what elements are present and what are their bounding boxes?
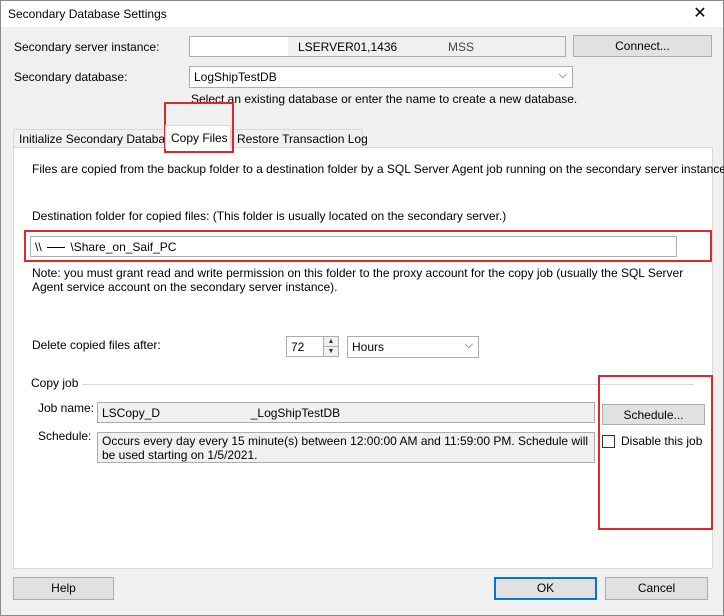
- secondary-database-value: LogShipTestDB: [194, 70, 277, 84]
- tab-restore-transaction-log[interactable]: Restore Transaction Log: [231, 129, 368, 148]
- server-instance-value: LSERVER01,1436: [298, 40, 398, 54]
- spin-down-icon[interactable]: ▼: [323, 346, 339, 357]
- delete-files-unit-value: Hours: [352, 340, 385, 354]
- schedule-label: Schedule:: [38, 429, 92, 443]
- tab-initialize-secondary-database[interactable]: Initialize Secondary Database: [13, 129, 178, 148]
- delete-files-unit-combo[interactable]: Hours ⌵: [347, 336, 479, 358]
- window-title: Secondary Database Settings: [8, 7, 167, 21]
- disable-job-label: Disable this job: [621, 434, 703, 448]
- secondary-database-label: Secondary database:: [14, 70, 128, 84]
- job-name-start: LSCopy_D: [102, 406, 161, 420]
- delete-files-value: 72: [291, 340, 305, 354]
- help-button[interactable]: Help: [13, 577, 114, 600]
- job-name-label: Job name:: [38, 401, 95, 415]
- copy-files-intro: Files are copied from the backup folder …: [32, 162, 724, 176]
- title-bar: Secondary Database Settings ✕: [1, 1, 723, 27]
- delete-files-value-input[interactable]: 72: [286, 336, 324, 357]
- chevron-down-icon: ⌵: [464, 339, 473, 351]
- destination-folder-value: \Share_on_Saif_PC: [70, 240, 177, 254]
- connect-button[interactable]: Connect...: [573, 35, 712, 57]
- dialog-window: Secondary Database Settings ✕ Secondary …: [0, 0, 724, 616]
- cancel-button[interactable]: Cancel: [605, 577, 708, 600]
- delete-files-label: Delete copied files after:: [32, 338, 161, 352]
- permission-note: Note: you must grant read and write perm…: [32, 266, 684, 294]
- destination-folder-prefix: \\: [35, 240, 42, 254]
- close-icon[interactable]: ✕: [685, 2, 715, 26]
- server-instance-hidden-part: MSS: [448, 40, 475, 54]
- group-divider: [82, 384, 694, 385]
- chevron-down-icon: ⌵: [558, 69, 567, 81]
- schedule-description: Occurs every day every 15 minute(s) betw…: [97, 432, 595, 463]
- copy-job-group-label: Copy job: [31, 376, 79, 390]
- ok-button[interactable]: OK: [494, 577, 597, 600]
- destination-folder-input[interactable]: \\ \Share_on_Saif_PC: [30, 236, 677, 257]
- schedule-button[interactable]: Schedule...: [602, 404, 705, 425]
- redaction-mask: [190, 37, 288, 56]
- copy-files-panel: Files are copied from the backup folder …: [13, 147, 724, 569]
- server-instance-label: Secondary server instance:: [14, 40, 160, 54]
- job-name-end: _LogShipTestDB: [250, 406, 341, 420]
- job-name-field: LSCopy_D _LogShipTestDB: [97, 402, 595, 423]
- redaction-mask: [47, 247, 66, 248]
- secondary-database-combo[interactable]: LogShipTestDB ⌵: [189, 66, 573, 88]
- disable-job-checkbox[interactable]: [602, 435, 615, 448]
- server-instance-field: MSS LSERVER01,1436: [189, 36, 566, 57]
- destination-folder-label: Destination folder for copied files: (Th…: [32, 209, 507, 223]
- secondary-database-hint: Select an existing database or enter the…: [191, 92, 578, 106]
- tab-copy-files[interactable]: Copy Files: [165, 125, 231, 149]
